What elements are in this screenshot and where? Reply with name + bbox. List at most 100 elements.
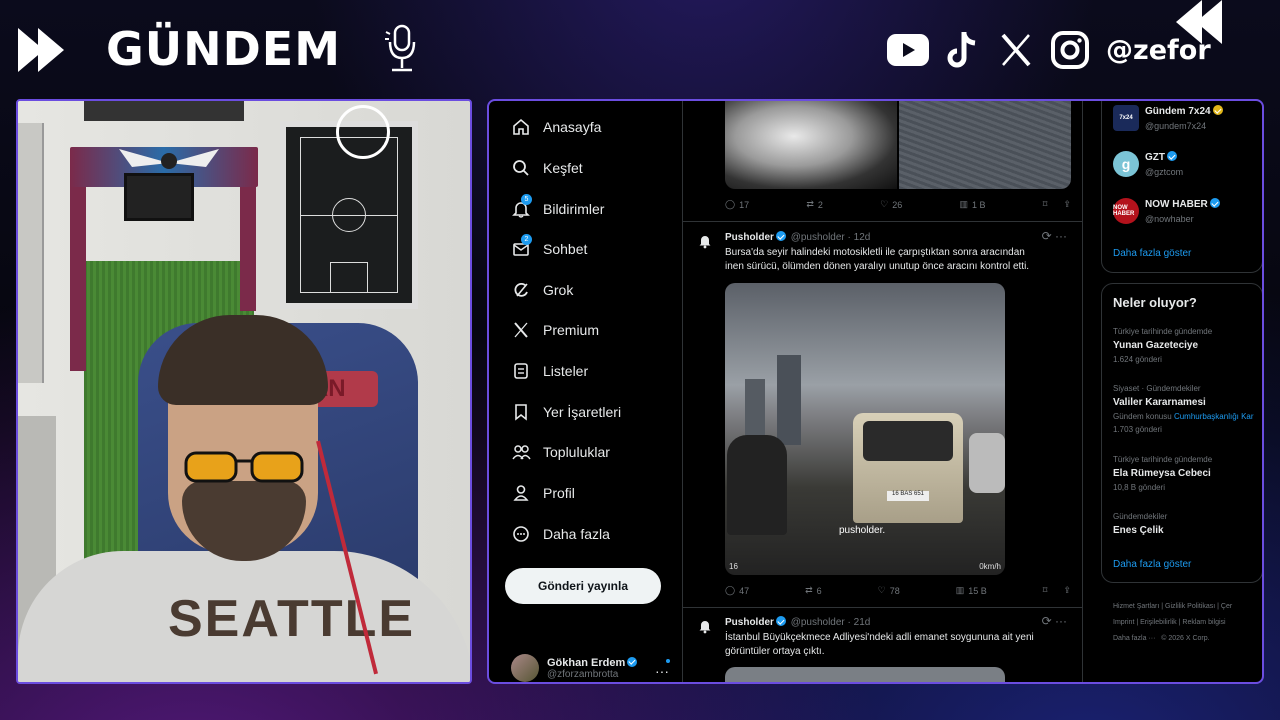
footer-link[interactable]: Çer xyxy=(1221,603,1232,610)
trend-topic-link[interactable]: Cumhurbaşkanlığı Kar xyxy=(1174,412,1254,421)
repost-count: 2 xyxy=(817,199,823,210)
trend-title: Yunan Gazeteciye xyxy=(1113,340,1199,351)
timeline[interactable]: ◯ 17 ⇄ 2 ♡ 26 ▥ 1 B ⌑ ⇪ Pusholder @pusholder … xyxy=(683,101,1083,682)
webcam-feed: TAN SEATTLE xyxy=(16,99,472,684)
footer-link[interactable]: Hizmet Şartları xyxy=(1113,603,1159,610)
reply-button[interactable]: ◯ 47 xyxy=(725,585,749,596)
follow-suggestion[interactable]: 7x24 Gündem 7x24 @gundem7x24 xyxy=(1113,105,1225,131)
video-watermark: pusholder. xyxy=(839,525,886,536)
footer-more-link[interactable]: Daha fazla ··· xyxy=(1113,635,1155,642)
trend-context: Siyaset · Gündemdekiler xyxy=(1113,384,1201,393)
repost-icon: ⇄ xyxy=(805,585,813,595)
tweet-age: · 12d xyxy=(847,232,871,243)
account-name: Gökhan Erdem xyxy=(547,656,626,669)
like-button[interactable]: ♡ 26 xyxy=(880,199,902,210)
nav-label: Premium xyxy=(543,322,600,338)
share-icon[interactable]: ⇪ xyxy=(1063,199,1071,210)
verified-badge-icon xyxy=(1209,198,1220,208)
more-horizontal-icon[interactable]: ⟳ ··· xyxy=(1042,229,1067,243)
trend-title: Ela Rümeysa Cebeci xyxy=(1113,468,1211,479)
tweet-media[interactable] xyxy=(725,667,1005,682)
bookmark-button[interactable]: ⌑ ⇪ xyxy=(1043,199,1071,210)
bookmark-button[interactable]: ⌑ ⇪ xyxy=(1043,585,1071,596)
video-person xyxy=(727,435,787,535)
tweet-author[interactable]: Pusholder xyxy=(725,232,774,243)
video-van: 16 BAS 651 xyxy=(853,413,963,523)
show-more-link[interactable]: Daha fazla göster xyxy=(1113,248,1191,259)
account-switcher[interactable]: Gökhan Erdem @zforzambrotta xyxy=(511,654,639,682)
like-button[interactable]: ♡ 78 xyxy=(878,585,900,596)
nav-label: Sohbet xyxy=(543,241,588,257)
suggestion-name: GZT xyxy=(1145,152,1165,163)
suggestion-handle: @nowhaber xyxy=(1145,214,1194,224)
follow-suggestion[interactable]: g GZT @gztcom xyxy=(1113,151,1183,177)
nav-communities[interactable]: Topluluklar xyxy=(511,442,610,462)
nav-grok[interactable]: Grok xyxy=(511,280,573,300)
trend-item[interactable]: Siyaset · Gündemdekiler Valiler Kararnam… xyxy=(1113,384,1262,434)
nav-label: Bildirimler xyxy=(543,201,605,217)
verified-badge-icon xyxy=(1212,105,1223,115)
like-count: 78 xyxy=(889,585,900,596)
repost-button[interactable]: ⇄ 6 xyxy=(805,585,822,596)
trend-context: Gündemdekiler xyxy=(1113,512,1168,521)
tweet-handle: @pusholder xyxy=(790,617,845,628)
nav-messages[interactable]: 2 Sohbet xyxy=(511,234,588,259)
view-count: 1 B xyxy=(972,199,986,210)
youtube-icon xyxy=(886,28,930,72)
repost-button[interactable]: ⇄ 2 xyxy=(806,199,823,210)
follow-suggestion[interactable]: NOW HABER NOW HABER @nowhaber xyxy=(1113,198,1222,224)
trend-context: Türkiye tarihinde gündemde xyxy=(1113,455,1213,464)
tweet-video[interactable]: 16 BAS 651 pusholder. 16 0km/h xyxy=(725,283,1005,575)
trend-context: Türkiye tarihinde gündemde xyxy=(1113,327,1213,336)
like-count: 26 xyxy=(892,199,903,210)
nav-bookmarks[interactable]: Yer İşaretleri xyxy=(511,402,621,422)
reply-count: 47 xyxy=(739,585,750,596)
more-horizontal-icon[interactable]: ··· xyxy=(655,663,669,679)
hud-left: 16 xyxy=(729,562,738,571)
chevron-right-icon xyxy=(18,28,64,72)
verified-badge-icon xyxy=(1167,151,1177,161)
instagram-icon xyxy=(1048,28,1092,72)
tweet-handle: @pusholder xyxy=(790,232,845,243)
nav-label: Profil xyxy=(543,485,575,501)
view-count: 15 B xyxy=(968,585,987,596)
nav-home[interactable]: Anasayfa xyxy=(511,117,601,137)
footer-link[interactable]: Imprint xyxy=(1113,619,1134,626)
trend-item[interactable]: Türkiye tarihinde gündemde Ela Rümeysa C… xyxy=(1113,455,1262,492)
nav-explore[interactable]: Keşfet xyxy=(511,158,583,178)
trend-item[interactable]: Türkiye tarihinde gündemde Yunan Gazetec… xyxy=(1113,327,1262,364)
search-icon xyxy=(511,158,531,178)
person-icon xyxy=(511,483,531,503)
more-horizontal-icon[interactable]: ⟳ ··· xyxy=(1042,614,1067,628)
tweet-media-previous[interactable] xyxy=(725,101,1071,189)
avatar xyxy=(511,654,539,682)
nav-notifications[interactable]: 5 Bildirimler xyxy=(511,194,605,219)
footer-link[interactable]: Erişilebilirlik xyxy=(1140,619,1177,626)
nav-label: Anasayfa xyxy=(543,119,602,135)
bookmark-icon xyxy=(511,402,531,422)
repost-icon: ⇄ xyxy=(806,199,814,209)
views-button[interactable]: ▥ 1 B xyxy=(960,199,986,210)
trend-count: 1.703 gönderi xyxy=(1113,425,1162,434)
views-button[interactable]: ▥ 15 B xyxy=(956,585,987,596)
gzt-logo: g xyxy=(1113,151,1139,177)
trend-topic-prefix: Gündem konusu xyxy=(1113,412,1174,421)
repost-count: 6 xyxy=(816,585,822,596)
nav-premium[interactable]: Premium xyxy=(511,320,599,340)
trends-title: Neler oluyor? xyxy=(1113,295,1197,310)
reply-button[interactable]: ◯ 17 xyxy=(725,199,749,210)
post-button[interactable]: Gönderi yayınla xyxy=(505,568,661,604)
gundem-logo: 7x24 xyxy=(1113,105,1139,131)
nav-label: Grok xyxy=(543,282,574,298)
trend-item[interactable]: Gündemdekiler Enes Çelik xyxy=(1113,512,1262,536)
nav-more[interactable]: Daha fazla xyxy=(511,524,610,544)
nav-lists[interactable]: Listeler xyxy=(511,361,588,381)
footer-link[interactable]: Gizlilik Politikası xyxy=(1165,603,1215,610)
share-icon[interactable]: ⇪ xyxy=(1063,585,1071,596)
footer-link[interactable]: Reklam bilgisi xyxy=(1182,619,1225,626)
show-more-link[interactable]: Daha fazla göster xyxy=(1113,559,1191,570)
nav-profile[interactable]: Profil xyxy=(511,483,575,503)
tweet-actions: ◯ 17 ⇄ 2 ♡ 26 ▥ 1 B ⌑ ⇪ xyxy=(725,199,1071,210)
tweet-author[interactable]: Pusholder xyxy=(725,617,774,628)
hud-speed: 0km/h xyxy=(979,562,1001,571)
